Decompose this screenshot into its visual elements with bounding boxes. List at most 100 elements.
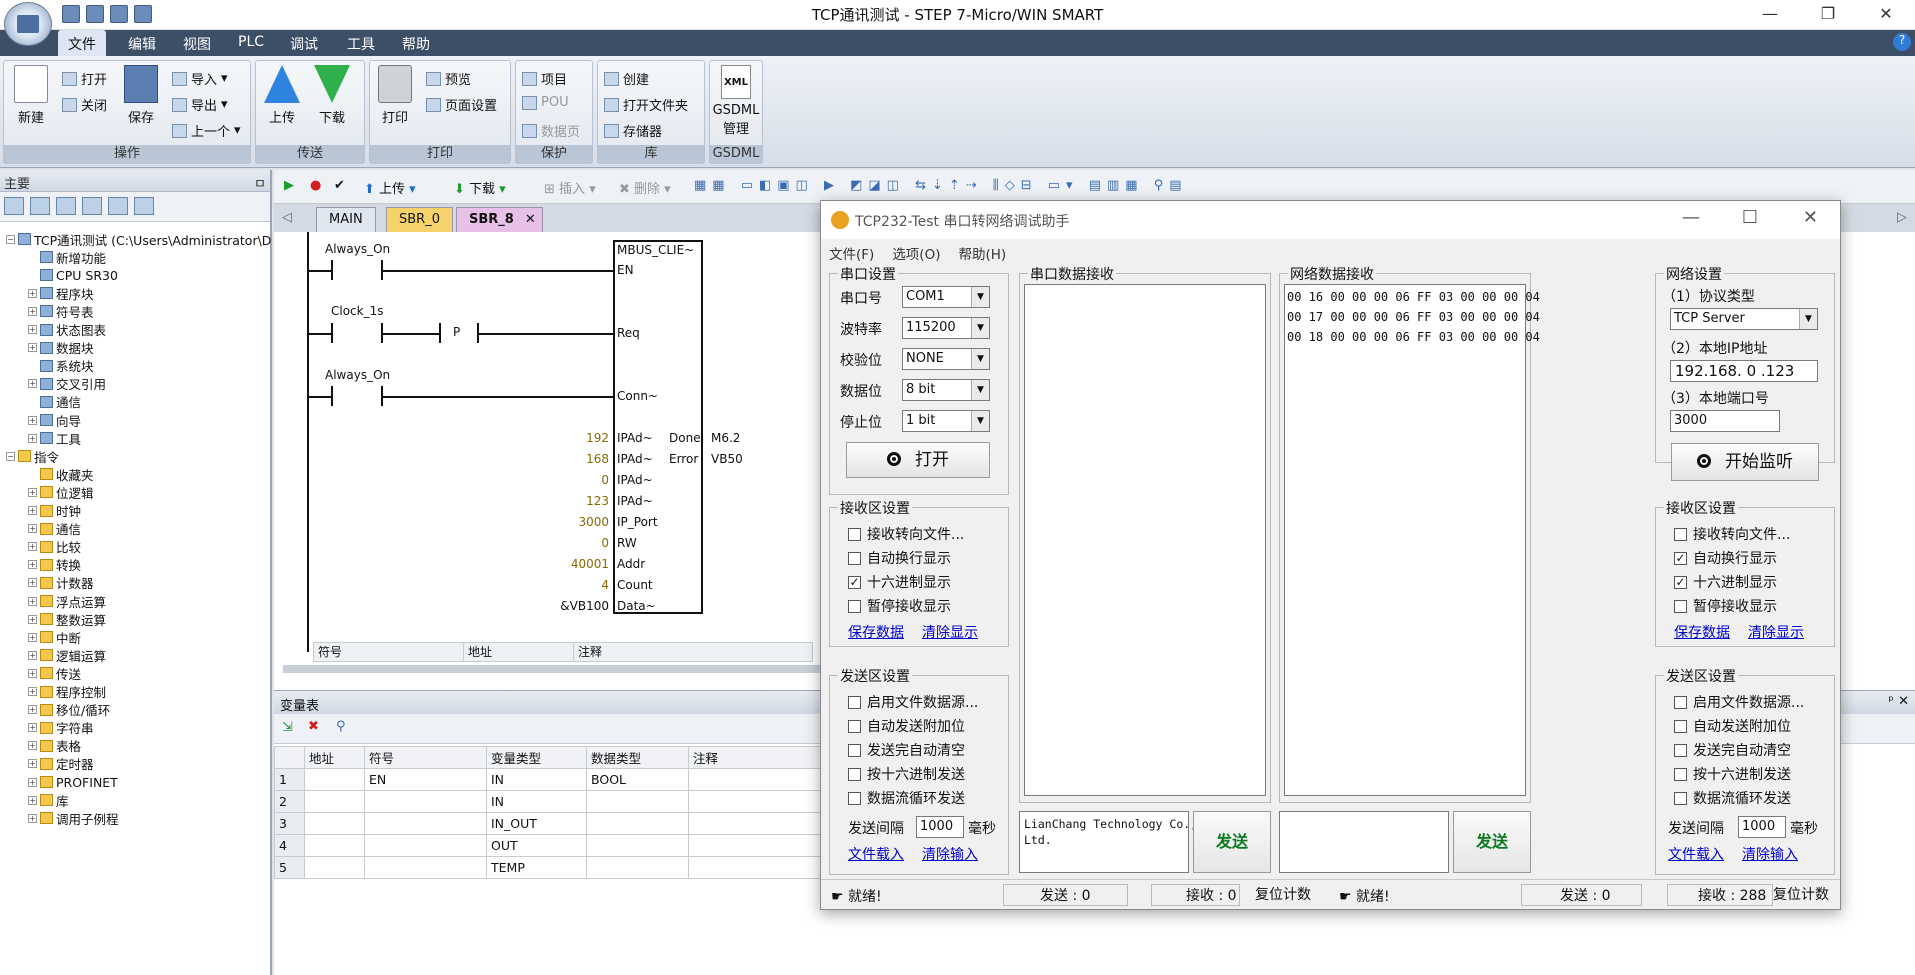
close-button[interactable]: ✕	[1857, 0, 1915, 30]
gsdml-manage-button[interactable]: XML GSDML 管理	[712, 65, 760, 137]
tree-item[interactable]: + 比较	[28, 538, 81, 556]
tree-item[interactable]: + 库	[28, 791, 69, 809]
file-source-checkbox[interactable]: 启用文件数据源...	[1674, 692, 1804, 712]
expand-toggle-icon[interactable]: +	[28, 288, 37, 298]
menu-edit[interactable]: 编辑	[128, 34, 156, 54]
tree-item[interactable]: + 通信	[28, 520, 81, 538]
databits-select[interactable]: 8 bit ▼	[902, 379, 990, 401]
start-listen-button[interactable]: 开始监听	[1671, 443, 1819, 481]
storage-button[interactable]: 存储器	[604, 121, 662, 140]
download-small-button[interactable]: ⬇ 下载 ▾	[454, 178, 506, 197]
menu-help[interactable]: 帮助(H)	[958, 243, 1006, 263]
tree-item[interactable]: − 指令	[6, 447, 59, 465]
tabs-right-arrow-icon[interactable]: ▷	[1897, 210, 1907, 225]
tree-item[interactable]: 收藏夹	[28, 465, 94, 483]
baud-select[interactable]: 115200 ▼	[902, 317, 990, 339]
clear-display-link[interactable]: 清除显示	[1748, 622, 1804, 642]
table-cell[interactable]	[364, 812, 487, 835]
table-cell[interactable]	[586, 790, 689, 813]
export-button[interactable]: 导出 ▾	[172, 95, 228, 114]
open-port-button[interactable]: 打开	[846, 442, 990, 478]
operand-rw[interactable]: 0	[601, 536, 609, 550]
delete-row-icon[interactable]: ✖	[308, 719, 319, 734]
datapage-protect-button[interactable]: 数据页	[522, 121, 580, 140]
network-receive-textarea[interactable]: 00 16 00 00 00 06 FF 03 00 00 00 04 00 17…	[1284, 284, 1540, 796]
table-cell[interactable]: 1	[274, 768, 305, 791]
save-button[interactable]: 保存	[124, 65, 158, 126]
tree-item[interactable]: + 传送	[28, 664, 81, 682]
serial-send-button[interactable]: 发送	[1193, 811, 1271, 873]
clear-input-link[interactable]: 清除输入	[922, 844, 978, 864]
page-setup-button[interactable]: 页面设置	[426, 95, 497, 114]
menu-file[interactable]: 文件(F)	[829, 243, 874, 263]
preview-button[interactable]: 预览	[426, 69, 471, 88]
tree-item[interactable]: + 调用子例程	[28, 809, 119, 827]
table-row[interactable]: 1 EN IN BOOL	[274, 768, 829, 791]
clear-input-link[interactable]: 清除输入	[1742, 844, 1798, 864]
column-header[interactable]: 变量类型	[486, 746, 587, 769]
tab-sbr0[interactable]: SBR_0	[386, 207, 453, 232]
serial-send-input[interactable]: LianChang Technology Co., Ltd.	[1019, 811, 1197, 873]
table-row[interactable]: 4 OUT	[274, 834, 829, 857]
tab-main[interactable]: MAIN	[316, 207, 376, 232]
parity-select[interactable]: NONE ▼	[902, 348, 990, 370]
expand-toggle-icon[interactable]: +	[28, 343, 37, 353]
column-header[interactable]: 注释	[688, 746, 829, 769]
loop-send-checkbox[interactable]: 数据流循环发送	[1674, 788, 1791, 808]
local-port-input[interactable]: 3000	[1670, 410, 1780, 432]
tree-item[interactable]: − TCP通讯测试 (C:\Users\Administrator\D	[6, 230, 271, 248]
open-folder-button[interactable]: 打开文件夹	[604, 95, 688, 114]
expand-toggle-icon[interactable]: +	[28, 306, 37, 316]
expand-toggle-icon[interactable]: +	[28, 524, 37, 534]
expand-toggle-icon[interactable]: +	[28, 433, 37, 443]
expand-toggle-icon[interactable]: +	[28, 705, 37, 715]
protocol-select[interactable]: TCP Server ▼	[1670, 308, 1818, 330]
expand-toggle-icon[interactable]: +	[28, 596, 37, 606]
tree-item[interactable]: 系统块	[28, 357, 94, 375]
import-button[interactable]: 导入 ▾	[172, 69, 228, 88]
load-file-link[interactable]: 文件载入	[848, 844, 904, 864]
auto-clear-checkbox[interactable]: 发送完自动清空	[1674, 740, 1791, 760]
refresh-icon[interactable]: ⚲	[336, 719, 346, 734]
expand-toggle-icon[interactable]: +	[28, 813, 37, 823]
expand-toggle-icon[interactable]: +	[28, 614, 37, 624]
create-library-button[interactable]: 创建	[604, 69, 649, 88]
horizontal-scrollbar[interactable]	[283, 665, 823, 673]
table-cell[interactable]: IN	[486, 790, 587, 813]
open-button[interactable]: 打开	[62, 69, 107, 88]
table-cell[interactable]: IN_OUT	[486, 812, 587, 835]
table-cell[interactable]	[304, 768, 365, 791]
expand-toggle-icon[interactable]: +	[28, 650, 37, 660]
table-cell[interactable]: EN	[364, 768, 487, 791]
insert-row-icon[interactable]: ⇲	[282, 720, 293, 735]
tab-close-icon[interactable]: ✕	[525, 212, 536, 227]
tree-item[interactable]: + 浮点运算	[28, 592, 106, 610]
menu-help[interactable]: 帮助	[402, 34, 430, 54]
loop-send-checkbox[interactable]: 数据流循环发送	[848, 788, 965, 808]
expand-toggle-icon[interactable]: +	[28, 795, 37, 805]
auto-wrap-checkbox[interactable]: ✓ 自动换行显示	[1674, 548, 1777, 568]
tree-item[interactable]: + 定时器	[28, 755, 94, 773]
expand-toggle-icon[interactable]: +	[28, 542, 37, 552]
table-cell[interactable]	[304, 812, 365, 835]
expand-toggle-icon[interactable]: +	[28, 723, 37, 733]
serial-receive-textarea[interactable]	[1024, 284, 1266, 796]
expand-toggle-icon[interactable]: +	[28, 506, 37, 515]
toolbar-icons[interactable]: ▦▦ ▭◧▣◫ ▶ ◩◪◫ ⇆⇣⇡⇢ ⫼◇⊟ ▭▾ ▤▥▦ ⚲▤	[694, 178, 1188, 193]
clear-display-link[interactable]: 清除显示	[922, 622, 978, 642]
table-cell[interactable]: 2	[274, 790, 305, 813]
previous-button[interactable]: 上一个 ▾	[172, 121, 241, 140]
local-ip-input[interactable]: 192.168. 0 .123	[1670, 360, 1818, 382]
tree-item[interactable]: + 整数运算	[28, 610, 106, 628]
expand-toggle-icon[interactable]: +	[28, 777, 37, 787]
port-select[interactable]: COM1 ▼	[902, 286, 990, 308]
pause-display-checkbox[interactable]: 暂停接收显示	[848, 596, 951, 616]
table-cell[interactable]: IN	[486, 768, 587, 791]
hex-send-checkbox[interactable]: 按十六进制发送	[1674, 764, 1791, 784]
expand-toggle-icon[interactable]: +	[28, 668, 37, 678]
tree-item[interactable]: + 状态图表	[28, 321, 106, 339]
panel-pin-close-icon[interactable]: ᵖ ✕	[1888, 694, 1909, 709]
recv-to-file-checkbox[interactable]: 接收转向文件...	[1674, 524, 1790, 544]
table-cell[interactable]	[688, 790, 829, 813]
load-file-link[interactable]: 文件载入	[1668, 844, 1724, 864]
